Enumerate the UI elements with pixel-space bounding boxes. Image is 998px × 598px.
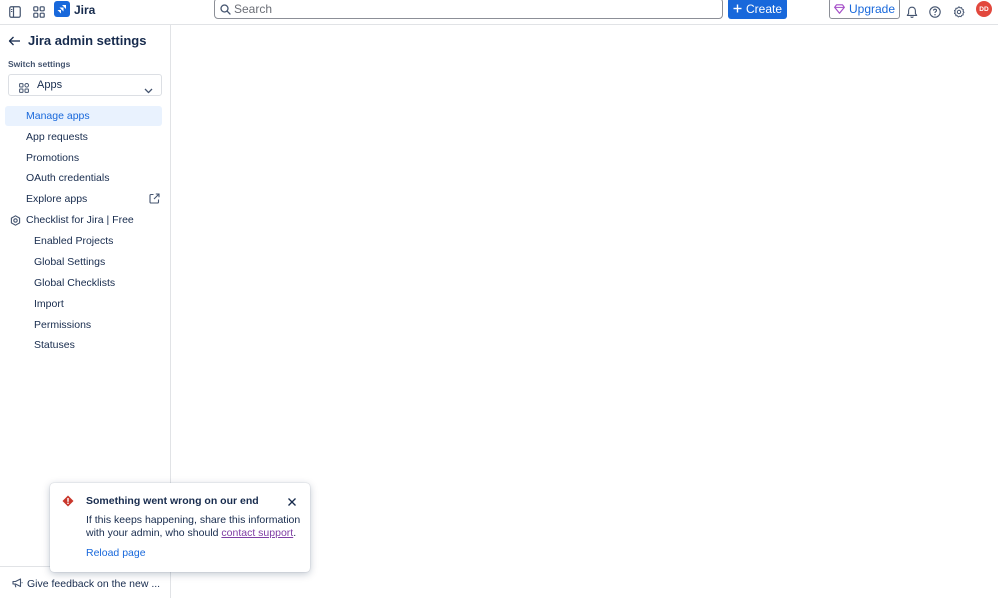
sidebar-item-label: Checklist for Jira | Free xyxy=(26,214,134,226)
sidebar-item-label: Global Settings xyxy=(34,256,106,268)
page-title: Jira admin settings xyxy=(28,33,147,48)
sidebar-subitem-permissions[interactable]: Permissions xyxy=(5,315,162,335)
error-flag-title: Something went wrong on our end xyxy=(86,495,259,507)
sidebar-item-app-requests[interactable]: App requests xyxy=(5,127,162,147)
sidebar-item-label: Explore apps xyxy=(26,193,88,205)
sidebar-item-label: Promotions xyxy=(26,152,80,164)
switch-settings-select[interactable]: Apps xyxy=(8,74,162,96)
sidebar-subitem-enabled-projects[interactable]: Enabled Projects xyxy=(5,231,162,251)
contact-support-link[interactable]: contact support xyxy=(221,527,293,539)
sidebar-item-label: Enabled Projects xyxy=(34,235,114,247)
user-avatar[interactable]: DD xyxy=(976,1,992,17)
switch-settings-value: Apps xyxy=(37,79,63,91)
close-icon[interactable] xyxy=(287,494,297,506)
sidebar-subitem-statuses[interactable]: Statuses xyxy=(5,335,162,355)
app-switcher-icon[interactable] xyxy=(29,2,49,22)
error-icon xyxy=(62,494,74,510)
sidebar-subitem-global-checklists[interactable]: Global Checklists xyxy=(5,273,162,293)
sidebar-item-label: Permissions xyxy=(34,319,92,331)
search-box[interactable] xyxy=(214,0,723,19)
sidebar-item-label: OAuth credentials xyxy=(26,172,110,184)
feedback-label: Give feedback on the new ... xyxy=(27,578,161,590)
sidebar-item-manage-apps[interactable]: Manage apps xyxy=(5,106,162,126)
error-flag: Something went wrong on our end If this … xyxy=(50,483,310,572)
sidebar-item-label: App requests xyxy=(26,131,88,143)
create-button-label: Create xyxy=(745,1,783,16)
jira-logo-icon[interactable] xyxy=(54,1,70,17)
sidebar-toggle-icon[interactable] xyxy=(5,2,25,22)
sidebar-item-label: Import xyxy=(34,298,64,310)
arrow-left-icon xyxy=(8,36,20,46)
upgrade-button-label: Upgrade xyxy=(848,1,896,16)
error-flag-message: If this keeps happening, share this info… xyxy=(86,514,304,540)
app-name[interactable]: Jira xyxy=(74,3,95,17)
gear-icon xyxy=(10,215,21,229)
plus-icon xyxy=(733,4,742,13)
sidebar-item-label: Manage apps xyxy=(26,110,90,122)
reload-page-link[interactable]: Reload page xyxy=(86,547,146,559)
sidebar-item-explore-apps[interactable]: Explore apps xyxy=(5,189,162,209)
apps-grid-icon xyxy=(19,80,29,96)
create-button[interactable]: Create xyxy=(728,0,787,19)
sidebar-subitem-import[interactable]: Import xyxy=(5,294,162,314)
switch-settings-label: Switch settings xyxy=(8,59,71,69)
sidebar-item-label: Statuses xyxy=(34,339,75,351)
back-button[interactable] xyxy=(8,33,21,49)
settings-gear-icon[interactable] xyxy=(949,2,969,22)
notifications-bell-icon[interactable] xyxy=(902,2,922,22)
search-icon xyxy=(220,2,231,18)
external-link-icon xyxy=(149,193,160,207)
sidebar-item-label: Global Checklists xyxy=(34,277,116,289)
sidebar-subitem-global-settings[interactable]: Global Settings xyxy=(5,252,162,272)
error-message-suffix: . xyxy=(293,527,297,539)
search-input[interactable] xyxy=(234,0,714,17)
sidebar-item-checklist-for-jira[interactable]: Checklist for Jira | Free xyxy=(5,210,162,230)
sidebar-item-oauth-credentials[interactable]: OAuth credentials xyxy=(5,168,162,188)
upgrade-button[interactable]: Upgrade xyxy=(829,0,900,19)
sidebar-item-promotions[interactable]: Promotions xyxy=(5,148,162,168)
top-navigation-bar: Jira Create Upgrade DD xyxy=(0,0,998,25)
gem-icon xyxy=(834,3,845,14)
megaphone-icon xyxy=(12,578,23,591)
help-icon[interactable] xyxy=(925,2,945,22)
chevron-down-icon xyxy=(144,81,153,97)
